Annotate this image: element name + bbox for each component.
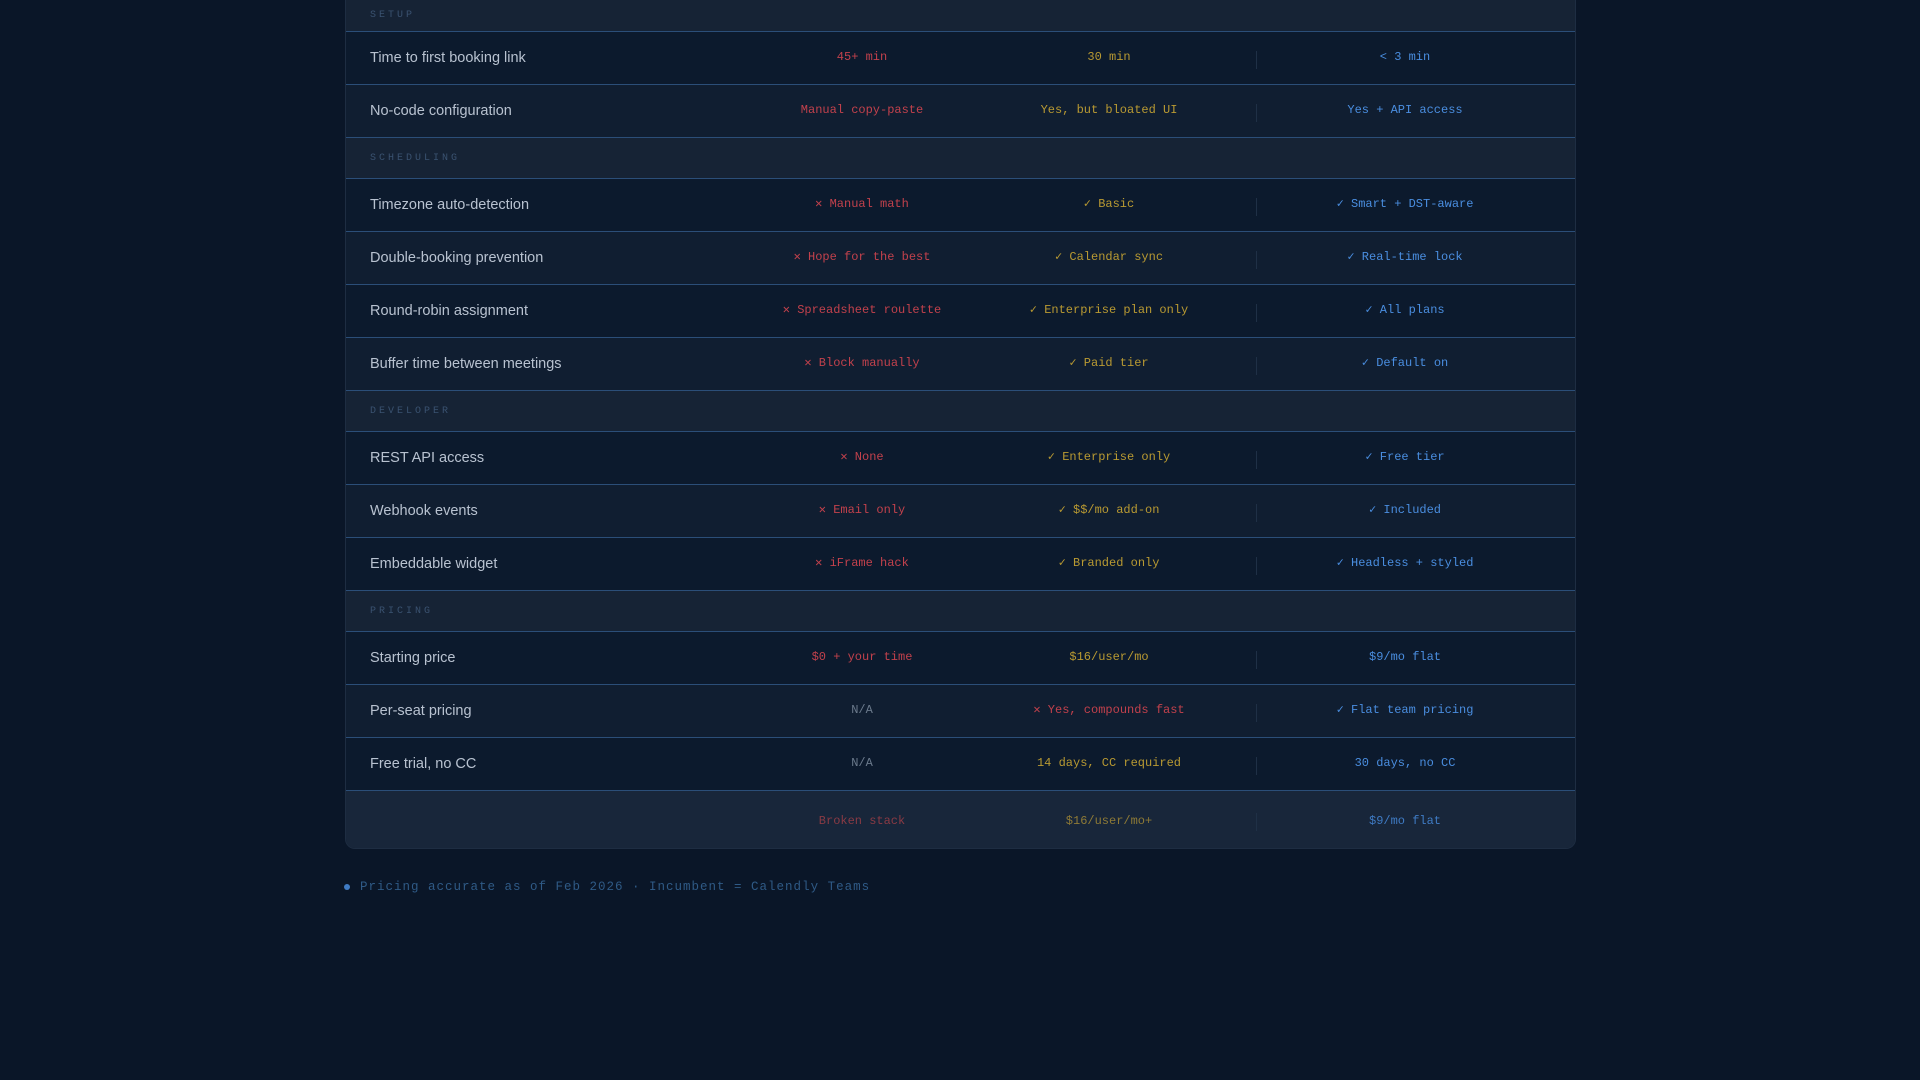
diy-value: N/A: [851, 756, 873, 770]
column-divider: [1256, 51, 1257, 69]
table-row: Starting price $0 + your time $16/user/m…: [346, 632, 1575, 685]
product-value: ✓ Smart + DST-aware: [1336, 197, 1474, 211]
column-divider: [1256, 251, 1257, 269]
incumbent-value: ✓ $$/mo add-on: [1058, 503, 1160, 517]
incumbent-value: 30 min: [1087, 50, 1131, 64]
diy-value: ✕ iFrame hack: [815, 556, 909, 570]
product-value: ✓ Default on: [1361, 356, 1449, 370]
incumbent-value: Yes, but bloated UI: [1040, 103, 1178, 117]
diy-value: ✕ None: [840, 450, 884, 464]
feature-label: Round-robin assignment: [370, 303, 528, 319]
incumbent-value: ✓ Enterprise plan only: [1029, 303, 1189, 317]
summary-row: Broken stack $16/user/mo+ $9/mo flat: [346, 791, 1575, 848]
incumbent-value: ✕ Yes, compounds fast: [1033, 703, 1185, 717]
incumbent-value: $16/user/mo: [1069, 650, 1149, 664]
column-divider: [1256, 651, 1257, 669]
incumbent-value: ✓ Enterprise only: [1047, 450, 1171, 464]
table-row: No-code configuration Manual copy-paste …: [346, 85, 1575, 138]
product-value: ✓ Free tier: [1365, 450, 1445, 464]
diy-value: ✕ Manual math: [815, 197, 909, 211]
column-divider: [1256, 357, 1257, 375]
product-value: ✓ Real-time lock: [1347, 250, 1463, 264]
incumbent-summary: $16/user/mo+: [1065, 813, 1153, 828]
feature-label: Webhook events: [370, 503, 478, 519]
comparison-table: SETUP Time to first booking link 45+ min…: [345, 0, 1576, 849]
section-header-setup: SETUP: [346, 0, 1575, 32]
product-value: ✓ Headless + styled: [1336, 556, 1474, 570]
feature-label: Per-seat pricing: [370, 703, 472, 719]
bullet-dot-icon: [344, 884, 350, 890]
product-value: < 3 min: [1379, 50, 1431, 64]
table-row: Free trial, no CC N/A 14 days, CC requir…: [346, 738, 1575, 791]
table-row: Webhook events ✕ Email only ✓ $$/mo add-…: [346, 485, 1575, 538]
column-divider: [1256, 304, 1257, 322]
feature-label: Free trial, no CC: [370, 756, 477, 772]
product-value: ✓ Included: [1368, 503, 1442, 517]
diy-value: ✕ Email only: [818, 503, 906, 517]
column-divider: [1256, 704, 1257, 722]
diy-value: 45+ min: [836, 50, 888, 64]
incumbent-value: ✓ Calendar sync: [1054, 250, 1164, 264]
table-row: Per-seat pricing N/A ✕ Yes, compounds fa…: [346, 685, 1575, 738]
diy-summary: Broken stack: [818, 813, 906, 828]
product-summary: $9/mo flat: [1368, 813, 1442, 828]
product-value: 30 days, no CC: [1354, 756, 1456, 770]
table-row: REST API access ✕ None ✓ Enterprise only…: [346, 432, 1575, 485]
column-divider: [1256, 504, 1257, 522]
feature-label: Double-booking prevention: [370, 250, 544, 266]
product-value: $9/mo flat: [1368, 650, 1442, 664]
section-header-developer: DEVELOPER: [346, 391, 1575, 432]
product-value: ✓ Flat team pricing: [1336, 703, 1474, 717]
feature-label: Starting price: [370, 650, 456, 666]
section-header-pricing: PRICING: [346, 591, 1575, 632]
feature-label: Embeddable widget: [370, 556, 498, 572]
section-header-scheduling: SCHEDULING: [346, 138, 1575, 179]
column-divider: [1256, 198, 1257, 216]
diy-value: N/A: [851, 703, 873, 717]
pricing-note-text: Pricing accurate as of Feb 2026 · Incumb…: [360, 880, 871, 894]
diy-value: Manual copy-paste: [800, 103, 924, 117]
table-row: Double-booking prevention ✕ Hope for the…: [346, 232, 1575, 285]
feature-label: Buffer time between meetings: [370, 356, 562, 372]
product-value: Yes + API access: [1347, 103, 1463, 117]
incumbent-value: ✓ Basic: [1083, 197, 1135, 211]
incumbent-value: 14 days, CC required: [1036, 756, 1182, 770]
product-value: ✓ All plans: [1365, 303, 1445, 317]
diy-value: ✕ Hope for the best: [793, 250, 931, 264]
column-divider: [1256, 557, 1257, 575]
feature-label: REST API access: [370, 450, 485, 466]
feature-label: No-code configuration: [370, 103, 512, 119]
column-divider: [1256, 451, 1257, 469]
column-divider: [1256, 104, 1257, 122]
column-divider: [1256, 812, 1257, 831]
diy-value: ✕ Block manually: [804, 356, 920, 370]
incumbent-value: ✓ Branded only: [1058, 556, 1160, 570]
table-row: Time to first booking link 45+ min 30 mi…: [346, 32, 1575, 85]
table-row: Embeddable widget ✕ iFrame hack ✓ Brande…: [346, 538, 1575, 591]
feature-label: Timezone auto-detection: [370, 197, 530, 213]
incumbent-value: ✓ Paid tier: [1069, 356, 1149, 370]
table-row: Timezone auto-detection ✕ Manual math ✓ …: [346, 179, 1575, 232]
diy-value: $0 + your time: [811, 650, 913, 664]
column-divider: [1256, 757, 1257, 775]
table-row: Buffer time between meetings ✕ Block man…: [346, 338, 1575, 391]
feature-label: Time to first booking link: [370, 50, 526, 66]
diy-value: ✕ Spreadsheet roulette: [782, 303, 942, 317]
table-row: Round-robin assignment ✕ Spreadsheet rou…: [346, 285, 1575, 338]
pricing-note: Pricing accurate as of Feb 2026 · Incumb…: [344, 880, 870, 894]
